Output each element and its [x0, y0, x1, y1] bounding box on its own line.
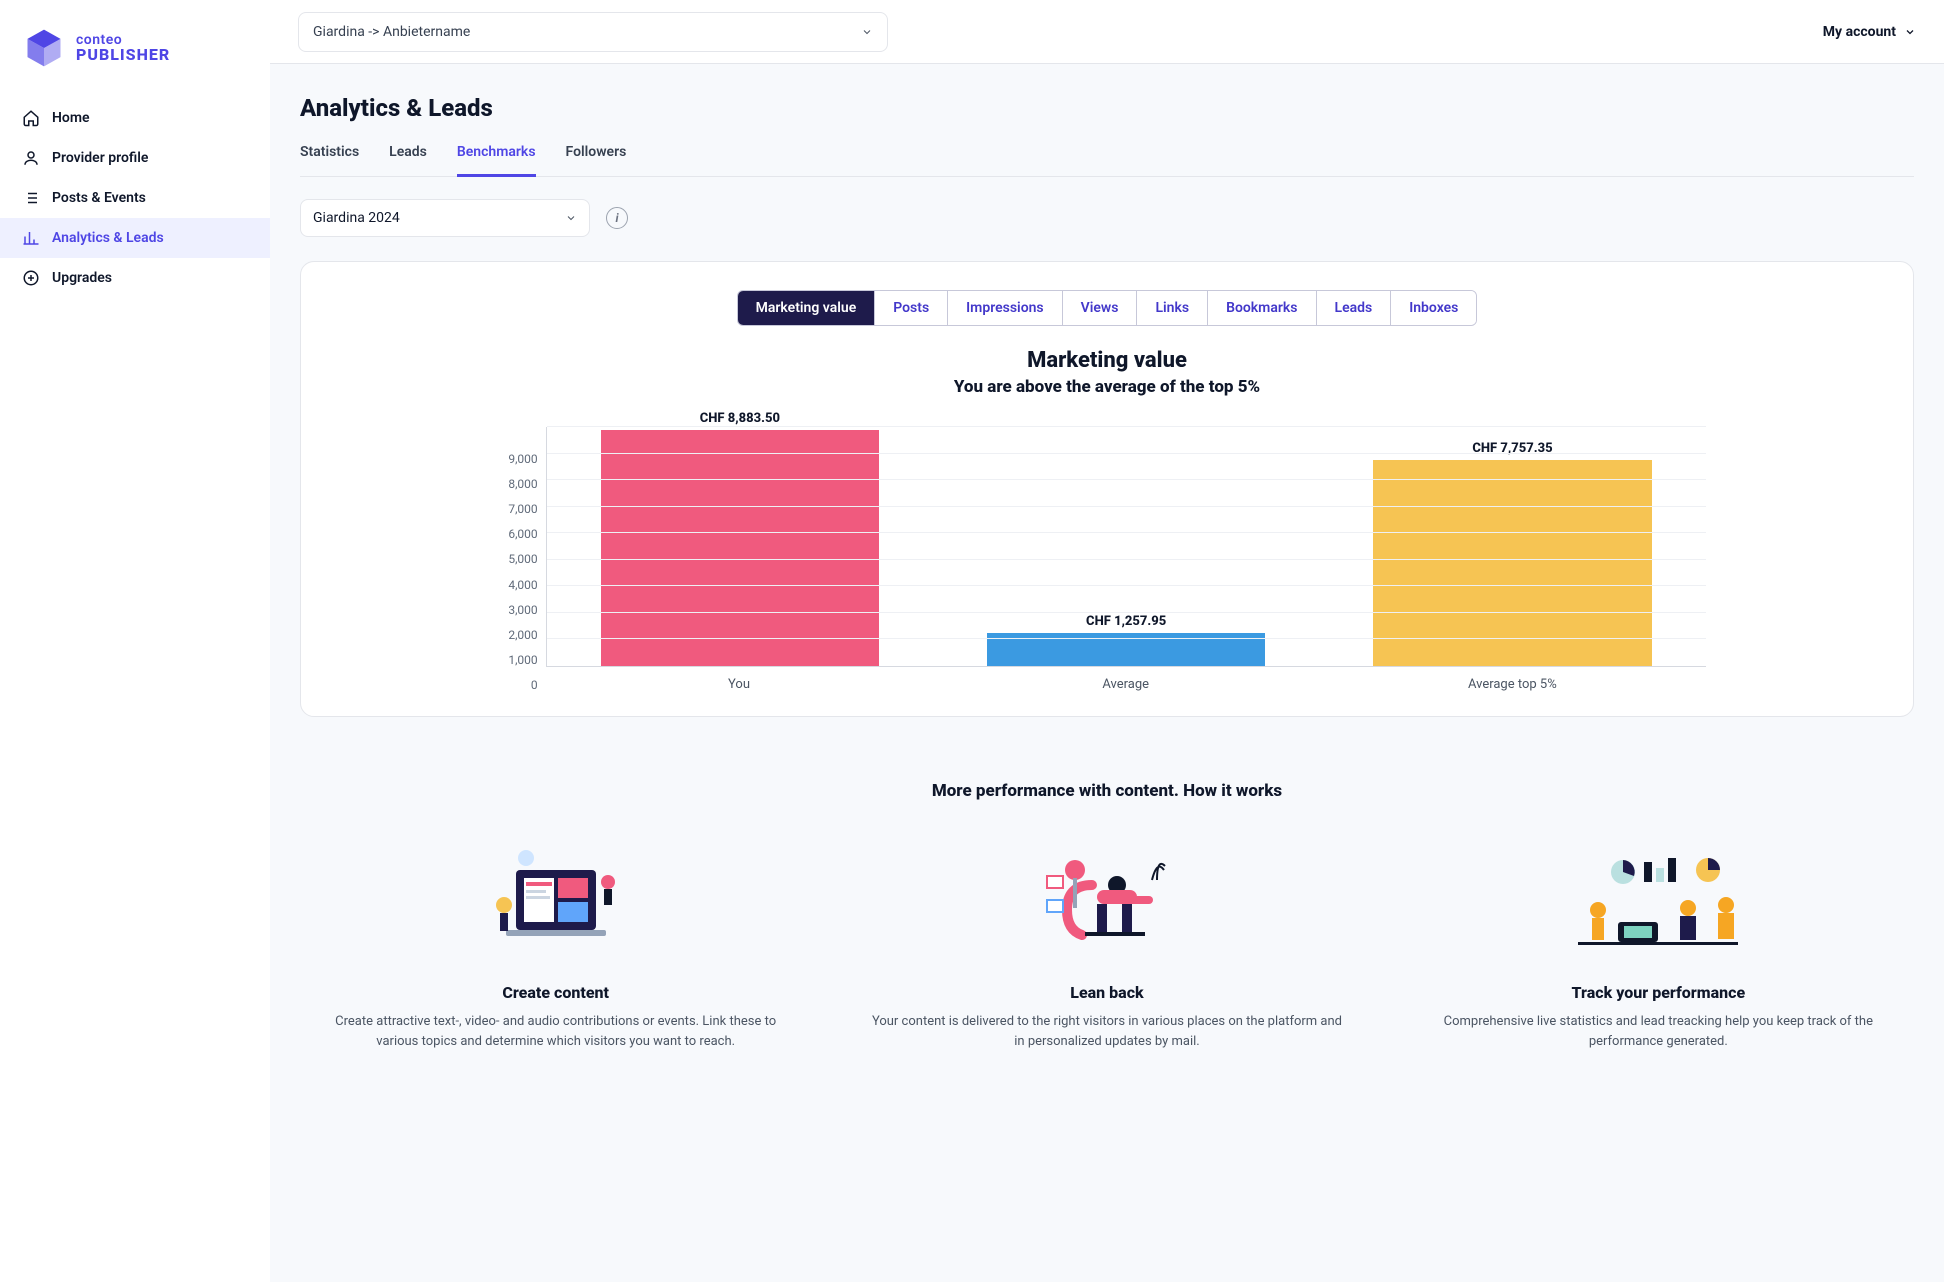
bar-value-label: CHF 1,257.95 — [933, 614, 1319, 629]
topbar: Giardina -> Anbietername My account — [270, 0, 1944, 64]
seg-views[interactable]: Views — [1063, 291, 1138, 325]
list-icon — [22, 189, 40, 207]
account-menu[interactable]: My account — [1823, 24, 1916, 40]
bar-value-label: CHF 7,757.35 — [1319, 441, 1705, 456]
y-tick-label: 0 — [531, 678, 538, 692]
seg-posts[interactable]: Posts — [875, 291, 948, 325]
content-area: Analytics & Leads Statistics Leads Bench… — [270, 64, 1944, 1282]
sidebar-item-label: Analytics & Leads — [52, 230, 164, 246]
hiw-title: Create content — [320, 983, 791, 1002]
plus-circle-icon — [22, 269, 40, 287]
bar — [601, 430, 879, 666]
chart-subtitle: You are above the average of the top 5% — [321, 377, 1893, 397]
tab-statistics[interactable]: Statistics — [300, 144, 359, 176]
x-tick-label: You — [546, 677, 933, 692]
sidebar-item-provider-profile[interactable]: Provider profile — [0, 138, 270, 178]
hiw-body: Comprehensive live statistics and lead t… — [1423, 1012, 1894, 1051]
home-icon — [22, 109, 40, 127]
page-title: Analytics & Leads — [300, 94, 1914, 122]
seg-marketing-value[interactable]: Marketing value — [738, 291, 876, 325]
sidebar-item-label: Upgrades — [52, 270, 112, 286]
sidebar-item-label: Provider profile — [52, 150, 148, 166]
tab-leads[interactable]: Leads — [389, 144, 427, 176]
x-tick-label: Average top 5% — [1319, 677, 1706, 692]
chevron-down-icon — [1904, 26, 1916, 38]
seg-bookmarks[interactable]: Bookmarks — [1208, 291, 1316, 325]
seg-impressions[interactable]: Impressions — [948, 291, 1062, 325]
workspace-label: Giardina -> Anbietername — [313, 24, 470, 40]
hiw-body: Create attractive text-, video- and audi… — [320, 1012, 791, 1051]
account-label: My account — [1823, 24, 1896, 40]
page-tabs: Statistics Leads Benchmarks Followers — [300, 144, 1914, 177]
y-tick-label: 2,000 — [508, 628, 537, 642]
hiw-illustration-leanback — [871, 845, 1342, 965]
hiw-card-track: Track your performance Comprehensive liv… — [1403, 845, 1914, 1051]
y-tick-label: 5,000 — [508, 552, 537, 566]
brand-logo[interactable]: conteo PUBLISHER — [0, 20, 270, 92]
y-tick-label: 8,000 — [508, 477, 537, 491]
sidebar-item-posts-events[interactable]: Posts & Events — [0, 178, 270, 218]
y-tick-label: 7,000 — [508, 502, 537, 516]
workspace-picker[interactable]: Giardina -> Anbietername — [298, 12, 888, 52]
user-icon — [22, 149, 40, 167]
hiw-illustration-track — [1423, 845, 1894, 965]
hiw-title: Lean back — [871, 983, 1342, 1002]
benchmark-segments: Marketing value Posts Impressions Views … — [321, 290, 1893, 326]
chart-title: Marketing value — [321, 348, 1893, 373]
seg-inboxes[interactable]: Inboxes — [1391, 291, 1476, 325]
sidebar-item-analytics-leads[interactable]: Analytics & Leads — [0, 218, 270, 258]
hiw-card-leanback: Lean back Your content is delivered to t… — [851, 845, 1362, 1051]
sidebar-item-label: Posts & Events — [52, 190, 146, 206]
bar-column: CHF 8,883.50 — [547, 427, 933, 666]
hiw-card-create: Create content Create attractive text-, … — [300, 845, 811, 1051]
sidebar-item-upgrades[interactable]: Upgrades — [0, 258, 270, 298]
period-selected-label: Giardina 2024 — [313, 210, 400, 226]
brand-line2: PUBLISHER — [76, 47, 170, 63]
hiw-illustration-create — [320, 845, 791, 965]
y-tick-label: 3,000 — [508, 603, 537, 617]
benchmark-card: Marketing value Posts Impressions Views … — [300, 261, 1914, 717]
chart-plot: CHF 8,883.50CHF 1,257.95 CHF 7,757.35 — [546, 427, 1706, 667]
y-tick-label: 4,000 — [508, 578, 537, 592]
brand-cube-icon — [22, 26, 66, 70]
chart-icon — [22, 229, 40, 247]
benchmark-chart: 9,000 8,000 7,000 6,000 5,000 4,000 3,000 2,000… — [321, 407, 1893, 692]
chart-x-axis: YouAverageAverage top 5% — [546, 677, 1706, 692]
tab-benchmarks[interactable]: Benchmarks — [457, 144, 536, 177]
sidebar-nav: Home Provider profile Posts & Events Ana… — [0, 92, 270, 298]
chart-y-axis: 9,000 8,000 7,000 6,000 5,000 4,000 3,000 2,000… — [508, 452, 545, 692]
y-tick-label: 9,000 — [508, 452, 537, 466]
bar — [1373, 460, 1651, 666]
x-tick-label: Average — [932, 677, 1319, 692]
seg-leads[interactable]: Leads — [1317, 291, 1392, 325]
chevron-down-icon — [565, 212, 577, 224]
sidebar: conteo PUBLISHER Home Provider profile P… — [0, 0, 270, 1282]
bar-column: CHF 1,257.95 — [933, 427, 1319, 666]
seg-links[interactable]: Links — [1137, 291, 1208, 325]
sidebar-item-label: Home — [52, 110, 90, 126]
hiw-body: Your content is delivered to the right v… — [871, 1012, 1342, 1051]
tab-followers[interactable]: Followers — [566, 144, 627, 176]
bar-value-label: CHF 8,883.50 — [547, 411, 933, 426]
filter-row: Giardina 2024 i — [300, 199, 1914, 237]
period-select[interactable]: Giardina 2024 — [300, 199, 590, 237]
info-icon[interactable]: i — [606, 207, 628, 229]
bar-column: CHF 7,757.35 — [1319, 427, 1705, 666]
y-tick-label: 6,000 — [508, 527, 537, 541]
sidebar-item-home[interactable]: Home — [0, 98, 270, 138]
how-it-works-heading: More performance with content. How it wo… — [300, 781, 1914, 801]
chevron-down-icon — [861, 26, 873, 38]
y-tick-label: 1,000 — [508, 653, 537, 667]
hiw-title: Track your performance — [1423, 983, 1894, 1002]
how-it-works-row: Create content Create attractive text-, … — [300, 845, 1914, 1051]
